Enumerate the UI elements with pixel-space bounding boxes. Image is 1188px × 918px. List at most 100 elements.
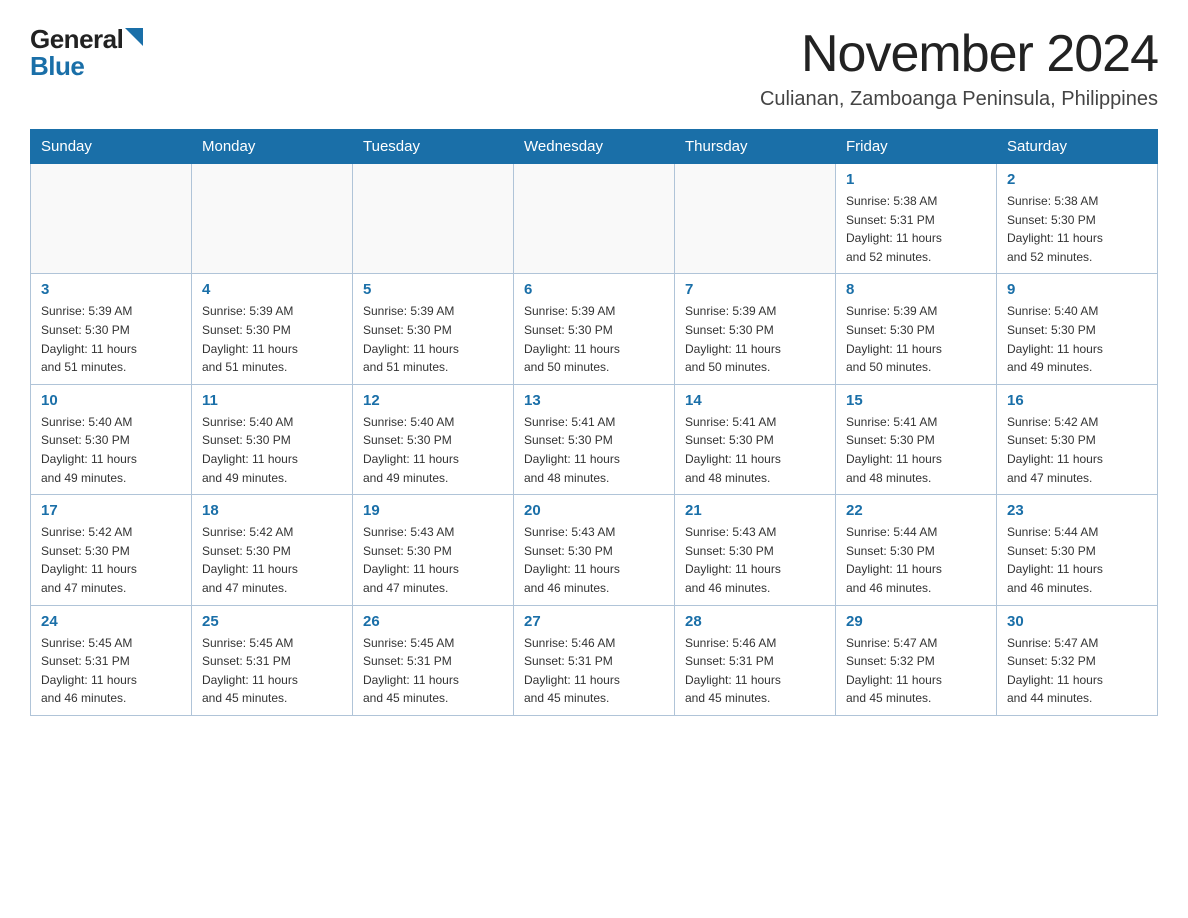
calendar-cell: 11Sunrise: 5:40 AM Sunset: 5:30 PM Dayli… (192, 384, 353, 494)
day-info: Sunrise: 5:41 AM Sunset: 5:30 PM Dayligh… (846, 413, 986, 487)
calendar-cell (675, 164, 836, 274)
day-number: 21 (685, 502, 825, 519)
day-info: Sunrise: 5:42 AM Sunset: 5:30 PM Dayligh… (1007, 413, 1147, 487)
calendar-cell (353, 164, 514, 274)
calendar-cell: 22Sunrise: 5:44 AM Sunset: 5:30 PM Dayli… (836, 495, 997, 605)
day-info: Sunrise: 5:43 AM Sunset: 5:30 PM Dayligh… (524, 523, 664, 597)
day-info: Sunrise: 5:47 AM Sunset: 5:32 PM Dayligh… (846, 634, 986, 708)
day-number: 8 (846, 281, 986, 298)
calendar-cell: 7Sunrise: 5:39 AM Sunset: 5:30 PM Daylig… (675, 274, 836, 384)
header-day-wednesday: Wednesday (514, 130, 675, 164)
calendar-cell (514, 164, 675, 274)
header-day-tuesday: Tuesday (353, 130, 514, 164)
calendar-cell (31, 164, 192, 274)
calendar-cell: 17 Sunrise: 5:42 AM Sunset: 5:30 PM Dayli… (31, 495, 192, 605)
calendar-cell: 6 Sunrise: 5:39 AM Sunset: 5:30 PM Daylig… (514, 274, 675, 384)
calendar-cell: 20 Sunrise: 5:43 AM Sunset: 5:30 PM Dayli… (514, 495, 675, 605)
day-info: Sunrise: 5:43 AM Sunset: 5:30 PM Dayligh… (363, 523, 503, 597)
day-info: Sunrise: 5:38 AM Sunset: 5:31 PM Dayligh… (846, 192, 986, 266)
month-title: November 2024 (760, 24, 1158, 84)
day-number: 26 (363, 613, 503, 630)
header-day-friday: Friday (836, 130, 997, 164)
header-day-saturday: Saturday (997, 130, 1158, 164)
calendar-cell: 13Sunrise: 5:41 AM Sunset: 5:30 PM Dayli… (514, 384, 675, 494)
day-number: 17 (41, 502, 181, 519)
calendar-cell: 3 Sunrise: 5:39 AM Sunset: 5:30 PM Daylig… (31, 274, 192, 384)
day-number: 7 (685, 281, 825, 298)
day-number: 19 (363, 502, 503, 519)
header-day-monday: Monday (192, 130, 353, 164)
calendar-cell: 23Sunrise: 5:44 AM Sunset: 5:30 PM Dayli… (997, 495, 1158, 605)
calendar-cell: 27 Sunrise: 5:46 AM Sunset: 5:31 PM Dayli… (514, 605, 675, 715)
day-info: Sunrise: 5:44 AM Sunset: 5:30 PM Dayligh… (846, 523, 986, 597)
calendar-cell: 5 Sunrise: 5:39 AM Sunset: 5:30 PM Daylig… (353, 274, 514, 384)
day-number: 4 (202, 281, 342, 298)
calendar-cell: 2Sunrise: 5:38 AM Sunset: 5:30 PM Daylig… (997, 164, 1158, 274)
calendar-week-row: 10Sunrise: 5:40 AM Sunset: 5:30 PM Dayli… (31, 384, 1158, 494)
calendar-cell: 18 Sunrise: 5:42 AM Sunset: 5:30 PM Dayli… (192, 495, 353, 605)
day-info: Sunrise: 5:40 AM Sunset: 5:30 PM Dayligh… (363, 413, 503, 487)
day-number: 3 (41, 281, 181, 298)
logo: General Blue (30, 24, 143, 82)
calendar-cell: 29 Sunrise: 5:47 AM Sunset: 5:32 PM Dayli… (836, 605, 997, 715)
day-number: 15 (846, 392, 986, 409)
day-number: 29 (846, 613, 986, 630)
day-number: 1 (846, 171, 986, 188)
day-number: 6 (524, 281, 664, 298)
day-info: Sunrise: 5:43 AM Sunset: 5:30 PM Dayligh… (685, 523, 825, 597)
day-number: 23 (1007, 502, 1147, 519)
calendar-week-row: 24 Sunrise: 5:45 AM Sunset: 5:31 PM Dayli… (31, 605, 1158, 715)
calendar-table: SundayMondayTuesdayWednesdayThursdayFrid… (30, 129, 1158, 716)
calendar-cell: 14 Sunrise: 5:41 AM Sunset: 5:30 PM Dayli… (675, 384, 836, 494)
day-info: Sunrise: 5:39 AM Sunset: 5:30 PM Dayligh… (363, 302, 503, 376)
header-day-sunday: Sunday (31, 130, 192, 164)
calendar-week-row: 17 Sunrise: 5:42 AM Sunset: 5:30 PM Dayli… (31, 495, 1158, 605)
calendar-cell: 28 Sunrise: 5:46 AM Sunset: 5:31 PM Dayli… (675, 605, 836, 715)
calendar-cell: 9 Sunrise: 5:40 AM Sunset: 5:30 PM Daylig… (997, 274, 1158, 384)
day-number: 14 (685, 392, 825, 409)
calendar-cell: 10Sunrise: 5:40 AM Sunset: 5:30 PM Dayli… (31, 384, 192, 494)
day-info: Sunrise: 5:41 AM Sunset: 5:30 PM Dayligh… (685, 413, 825, 487)
calendar-cell: 24Sunrise: 5:45 AM Sunset: 5:31 PM Dayli… (31, 605, 192, 715)
day-info: Sunrise: 5:47 AM Sunset: 5:32 PM Dayligh… (1007, 634, 1147, 708)
calendar-cell: 25 Sunrise: 5:45 AM Sunset: 5:31 PM Dayli… (192, 605, 353, 715)
day-info: Sunrise: 5:39 AM Sunset: 5:30 PM Dayligh… (524, 302, 664, 376)
location-title: Culianan, Zamboanga Peninsula, Philippin… (760, 88, 1158, 111)
day-number: 27 (524, 613, 664, 630)
day-info: Sunrise: 5:40 AM Sunset: 5:30 PM Dayligh… (202, 413, 342, 487)
day-info: Sunrise: 5:40 AM Sunset: 5:30 PM Dayligh… (1007, 302, 1147, 376)
day-number: 30 (1007, 613, 1147, 630)
day-number: 18 (202, 502, 342, 519)
day-info: Sunrise: 5:40 AM Sunset: 5:30 PM Dayligh… (41, 413, 181, 487)
day-number: 24 (41, 613, 181, 630)
calendar-week-row: 3 Sunrise: 5:39 AM Sunset: 5:30 PM Daylig… (31, 274, 1158, 384)
day-info: Sunrise: 5:42 AM Sunset: 5:30 PM Dayligh… (202, 523, 342, 597)
day-number: 12 (363, 392, 503, 409)
calendar-cell: 15 Sunrise: 5:41 AM Sunset: 5:30 PM Dayli… (836, 384, 997, 494)
calendar-cell: 1 Sunrise: 5:38 AM Sunset: 5:31 PM Daylig… (836, 164, 997, 274)
day-info: Sunrise: 5:46 AM Sunset: 5:31 PM Dayligh… (524, 634, 664, 708)
day-info: Sunrise: 5:39 AM Sunset: 5:30 PM Dayligh… (202, 302, 342, 376)
day-number: 9 (1007, 281, 1147, 298)
header: General Blue November 2024 Culianan, Zam… (30, 24, 1158, 111)
title-area: November 2024 Culianan, Zamboanga Penins… (760, 24, 1158, 111)
day-info: Sunrise: 5:46 AM Sunset: 5:31 PM Dayligh… (685, 634, 825, 708)
calendar-cell: 8Sunrise: 5:39 AM Sunset: 5:30 PM Daylig… (836, 274, 997, 384)
calendar-week-row: 1 Sunrise: 5:38 AM Sunset: 5:31 PM Daylig… (31, 164, 1158, 274)
calendar-cell: 30 Sunrise: 5:47 AM Sunset: 5:32 PM Dayli… (997, 605, 1158, 715)
day-number: 5 (363, 281, 503, 298)
calendar-header-row: SundayMondayTuesdayWednesdayThursdayFrid… (31, 130, 1158, 164)
day-number: 20 (524, 502, 664, 519)
calendar-cell: 26 Sunrise: 5:45 AM Sunset: 5:31 PM Dayli… (353, 605, 514, 715)
day-info: Sunrise: 5:41 AM Sunset: 5:30 PM Dayligh… (524, 413, 664, 487)
calendar-cell: 12 Sunrise: 5:40 AM Sunset: 5:30 PM Dayli… (353, 384, 514, 494)
day-info: Sunrise: 5:45 AM Sunset: 5:31 PM Dayligh… (363, 634, 503, 708)
calendar-cell: 16Sunrise: 5:42 AM Sunset: 5:30 PM Dayli… (997, 384, 1158, 494)
day-info: Sunrise: 5:39 AM Sunset: 5:30 PM Dayligh… (41, 302, 181, 376)
day-number: 25 (202, 613, 342, 630)
day-info: Sunrise: 5:45 AM Sunset: 5:31 PM Dayligh… (202, 634, 342, 708)
day-number: 28 (685, 613, 825, 630)
calendar-cell: 19 Sunrise: 5:43 AM Sunset: 5:30 PM Dayli… (353, 495, 514, 605)
day-info: Sunrise: 5:42 AM Sunset: 5:30 PM Dayligh… (41, 523, 181, 597)
calendar-cell: 21 Sunrise: 5:43 AM Sunset: 5:30 PM Dayli… (675, 495, 836, 605)
